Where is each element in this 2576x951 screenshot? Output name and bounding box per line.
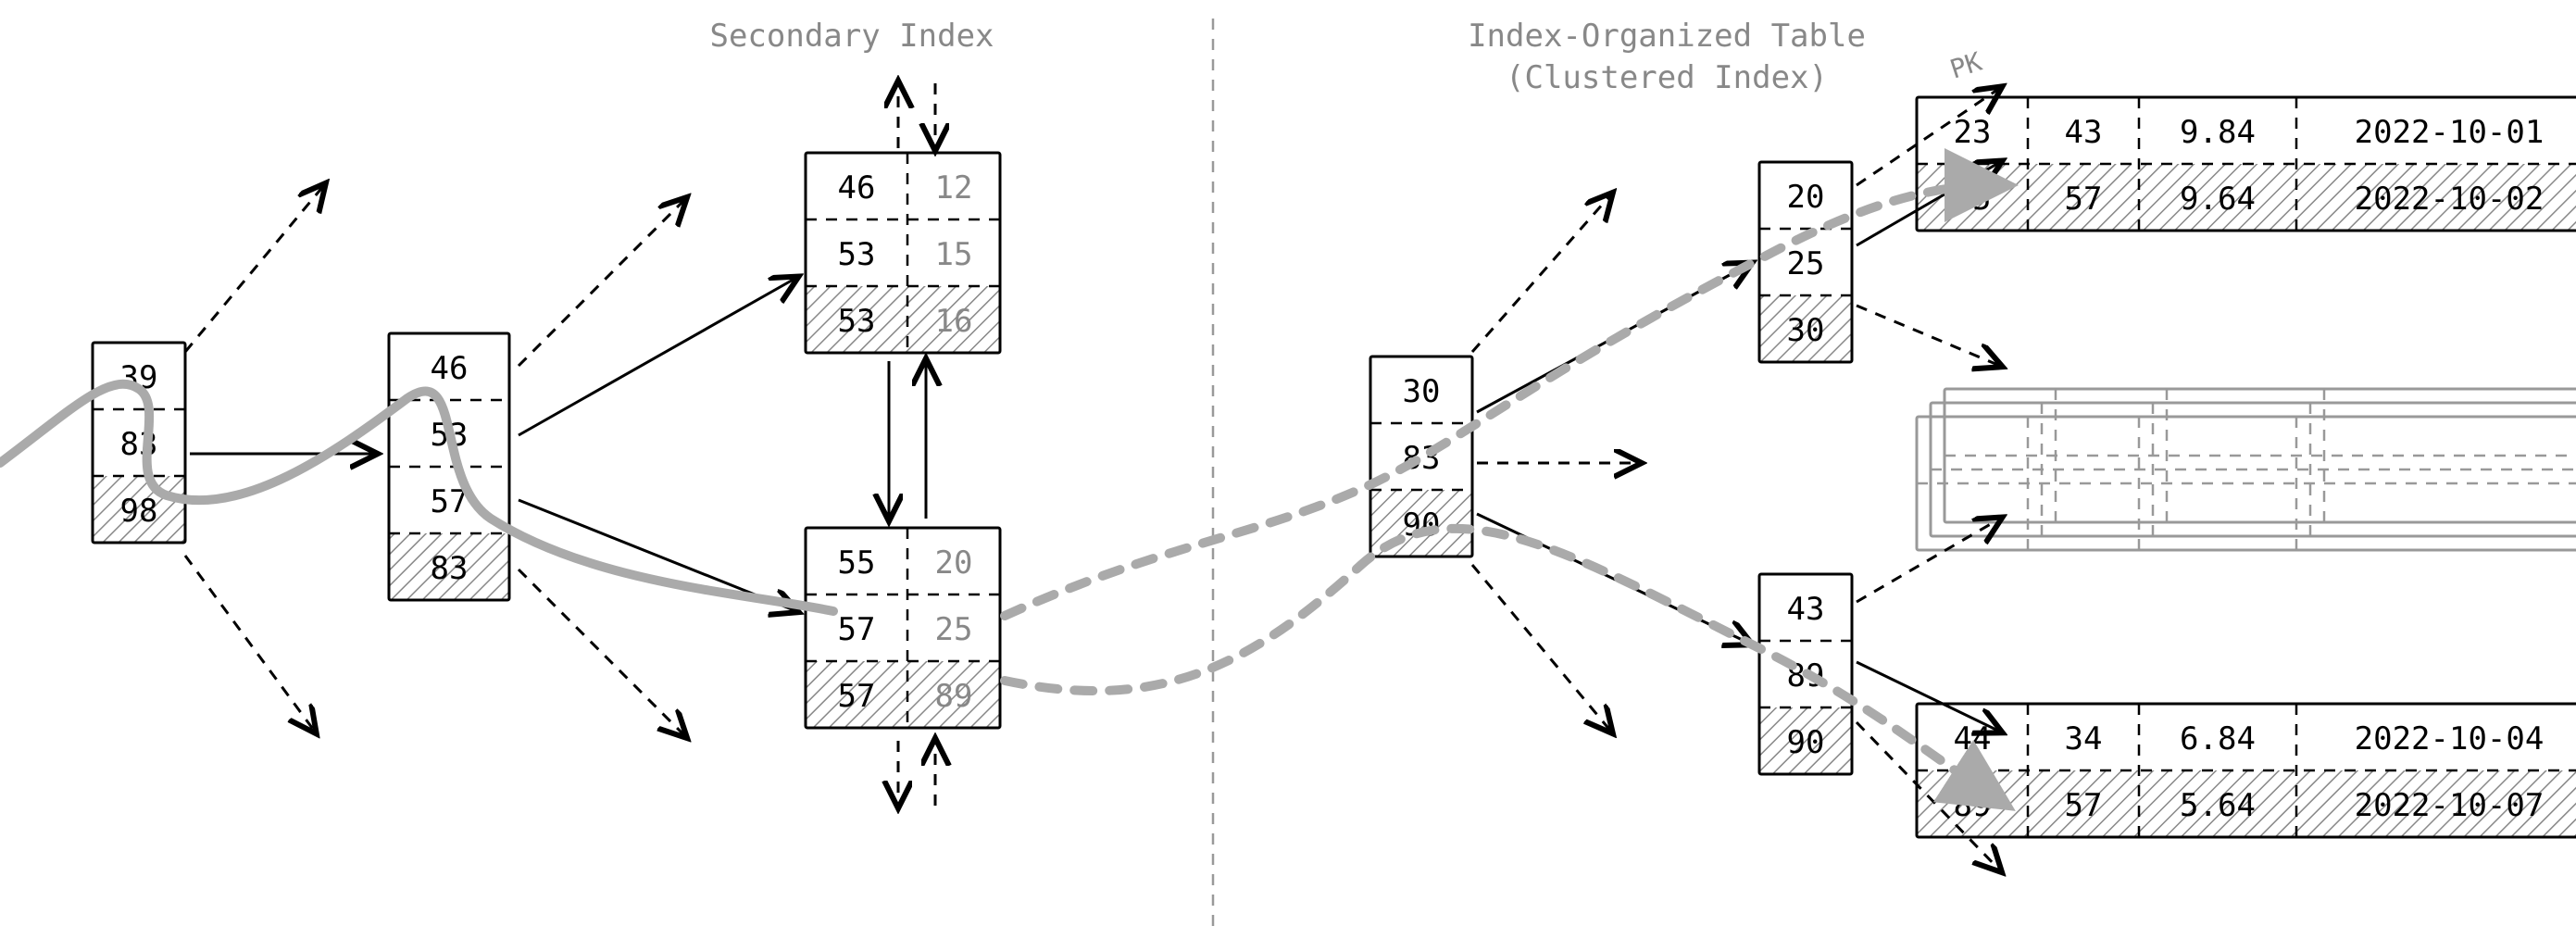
cell: 46 <box>431 350 469 387</box>
cell: 30 <box>1403 373 1441 410</box>
cell: 15 <box>935 236 973 273</box>
cell: 89 <box>935 678 973 715</box>
arrow <box>185 556 315 732</box>
arrow <box>1857 519 2000 602</box>
secondary-internal: 46535783 <box>389 333 509 600</box>
cell: 6.84 <box>2180 720 2256 757</box>
secondary-leaf-top: 46 12 53 15 53 16 <box>806 153 1000 353</box>
arrow <box>185 185 324 352</box>
cell: 90 <box>1787 724 1825 761</box>
cell: 20 <box>935 544 973 582</box>
arrow <box>519 278 796 435</box>
cell: 12 <box>935 169 973 206</box>
title-clustered-1: Index-Organized Table <box>1468 18 1866 55</box>
data-row-top: 23439.842022-10-0125579.642022-10-02 <box>1917 97 2576 231</box>
secondary-root: 398398 <box>93 343 185 543</box>
arrow <box>519 569 685 736</box>
cell: 20 <box>1787 179 1825 216</box>
cell: 57 <box>2065 181 2103 218</box>
cell: 23 <box>1954 114 1992 151</box>
cell: 53 <box>838 236 876 273</box>
cell: 5.64 <box>2180 787 2256 824</box>
data-row-bottom: 44346.842022-10-0489575.642022-10-07 <box>1917 704 2576 837</box>
cell: 2022-10-04 <box>2355 720 2545 757</box>
pk-label: PK <box>1946 46 1985 85</box>
cell: 57 <box>2065 787 2103 824</box>
cell: 57 <box>838 678 876 715</box>
cell: 57 <box>838 611 876 648</box>
arrow <box>1857 306 2000 366</box>
cell: 46 <box>838 169 876 206</box>
cell: 53 <box>838 303 876 340</box>
cell: 43 <box>2065 114 2103 151</box>
secondary-leaf-bottom: 55 20 57 25 57 89 <box>806 528 1000 728</box>
cell: 25 <box>1787 245 1825 282</box>
cell: 83 <box>431 550 469 587</box>
cell: 2022-10-02 <box>2355 181 2545 218</box>
cell: 90 <box>1403 507 1441 544</box>
clustered-leaf-top: 20 25 30 <box>1759 162 1852 362</box>
data-row-stack <box>1917 389 2576 550</box>
title-clustered-2: (Clustered Index) <box>1506 59 1828 96</box>
cell: 55 <box>838 544 876 582</box>
cell: 2022-10-07 <box>2355 787 2545 824</box>
arrow <box>1472 194 1611 352</box>
cell: 9.84 <box>2180 114 2256 151</box>
arrow <box>1472 565 1611 732</box>
cell: 98 <box>120 493 158 530</box>
cell: 25 <box>935 611 973 648</box>
title-secondary: Secondary Index <box>709 18 994 55</box>
cell: 30 <box>1787 312 1825 349</box>
cell: 16 <box>935 303 973 340</box>
cell: 43 <box>1787 591 1825 628</box>
arrow <box>519 199 685 366</box>
cell: 9.64 <box>2180 181 2256 218</box>
diagram: Secondary Index Index-Organized Table (C… <box>0 0 2576 951</box>
cell: 34 <box>2065 720 2103 757</box>
cell: 2022-10-01 <box>2355 114 2545 151</box>
